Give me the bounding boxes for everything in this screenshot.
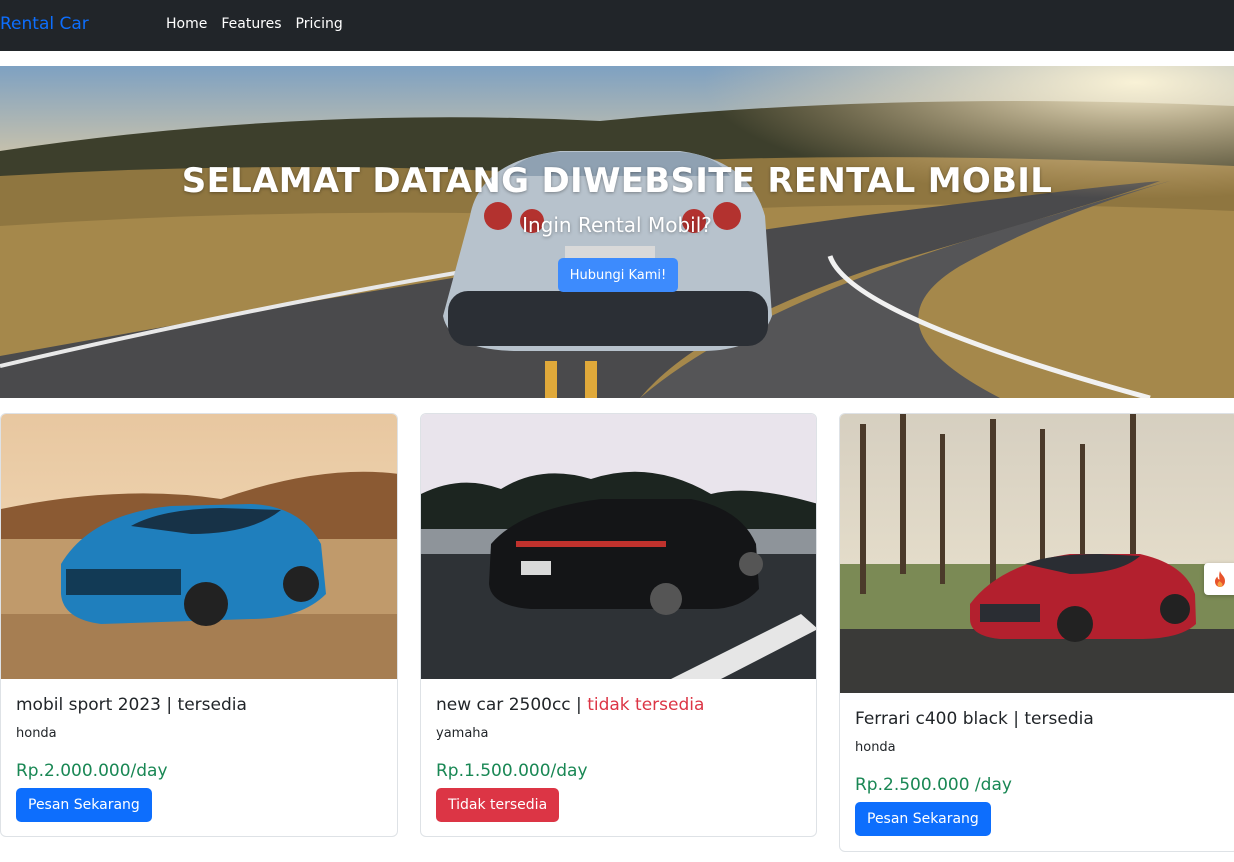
floating-fire-badge[interactable] — [1204, 563, 1234, 595]
nav-link-features[interactable]: Features — [221, 16, 281, 32]
car-title-3: Ferrari c400 black | tersedia — [855, 709, 1094, 729]
navbar: Rental Car Home Features Pricing — [0, 0, 1234, 51]
car-card-2: new car 2500cc | tidak tersedia yamaha R… — [420, 413, 817, 837]
fire-icon — [1215, 571, 1225, 587]
car-image-1 — [1, 414, 397, 679]
car-card-3: Ferrari c400 black | tersedia honda Rp.2… — [839, 413, 1234, 852]
car-title-2: new car 2500cc | tidak tersedia — [436, 695, 705, 715]
brand-link[interactable]: Rental Car — [0, 14, 89, 34]
car-price-3: Rp.2.500.000 /day — [855, 775, 1012, 795]
car-name-1: mobil sport 2023 — [16, 695, 161, 715]
nav-links: Home Features Pricing — [166, 16, 343, 32]
car-brand-1: honda — [16, 726, 57, 741]
hero-subtitle: Ingin Rental Mobil? — [522, 213, 712, 237]
book-now-button-3[interactable]: Pesan Sekarang — [855, 802, 991, 836]
nav-link-home[interactable]: Home — [166, 16, 207, 32]
car-status-3: tersedia — [1024, 709, 1094, 729]
hero-banner: SELAMAT DATANG DIWEBSITE RENTAL MOBIL In… — [0, 66, 1234, 398]
car-price-1: Rp.2.000.000/day — [16, 761, 168, 781]
contact-us-button[interactable]: Hubungi Kami! — [558, 258, 678, 292]
car-name-3: Ferrari c400 black — [855, 709, 1008, 729]
unavailable-button-2[interactable]: Tidak tersedia — [436, 788, 560, 822]
car-title-1: mobil sport 2023 | tersedia — [16, 695, 247, 715]
car-card-1: mobil sport 2023 | tersedia honda Rp.2.0… — [0, 413, 398, 837]
car-image-2 — [421, 414, 816, 679]
book-now-button-1[interactable]: Pesan Sekarang — [16, 788, 152, 822]
nav-link-pricing[interactable]: Pricing — [296, 16, 343, 32]
hero-title: SELAMAT DATANG DIWEBSITE RENTAL MOBIL — [181, 161, 1053, 201]
car-image-3 — [840, 414, 1234, 693]
car-status-1: tersedia — [177, 695, 247, 715]
car-status-2: tidak tersedia — [587, 695, 705, 715]
car-brand-3: honda — [855, 740, 896, 755]
car-price-2: Rp.1.500.000/day — [436, 761, 588, 781]
car-name-2: new car 2500cc — [436, 695, 571, 715]
car-brand-2: yamaha — [436, 726, 489, 741]
